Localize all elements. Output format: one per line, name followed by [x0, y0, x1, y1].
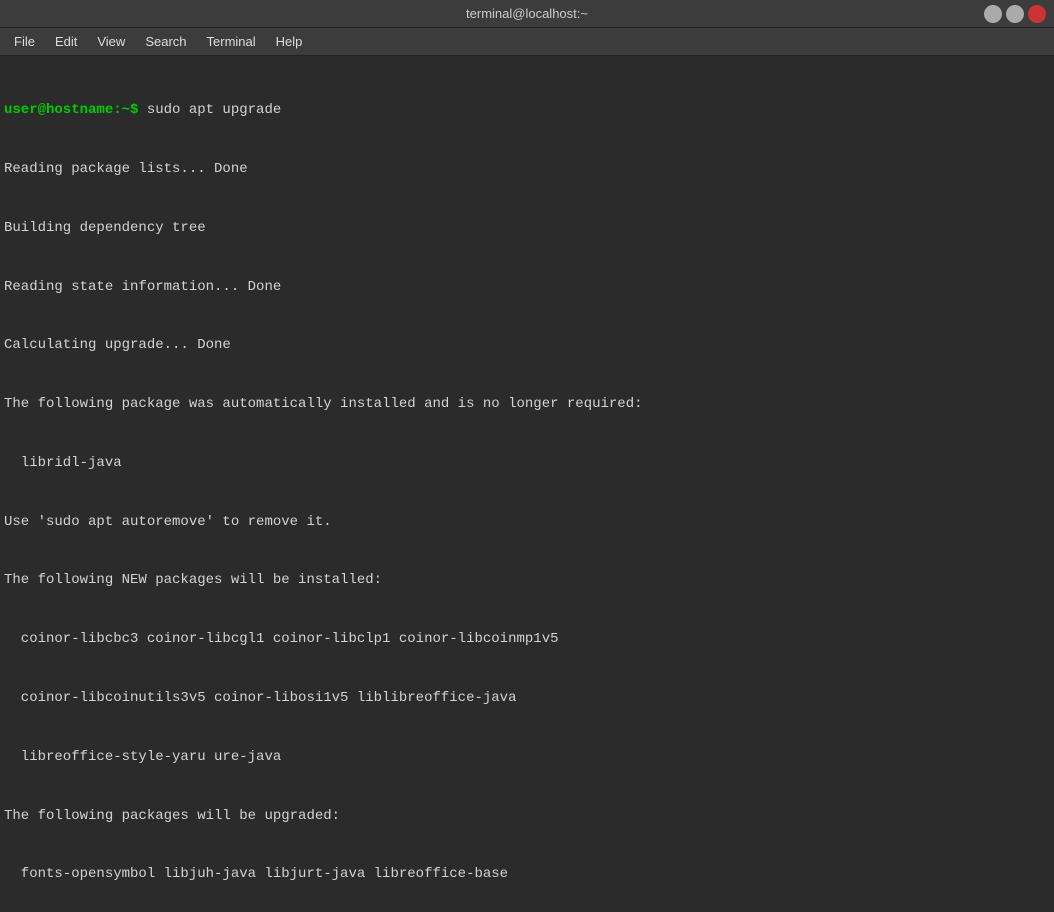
terminal-line-8: The following NEW packages will be insta… [4, 571, 1050, 591]
prompt-line: user@hostname:~$ sudo apt upgrade [4, 101, 1050, 121]
terminal-line-5: The following package was automatically … [4, 395, 1050, 415]
menu-view[interactable]: View [87, 30, 135, 53]
terminal-line-10: coinor-libcoinutils3v5 coinor-libosi1v5 … [4, 689, 1050, 709]
maximize-button[interactable] [1006, 5, 1024, 23]
terminal-line-13: fonts-opensymbol libjuh-java libjurt-jav… [4, 865, 1050, 885]
terminal-line-9: coinor-libcbc3 coinor-libcgl1 coinor-lib… [4, 630, 1050, 650]
minimize-button[interactable] [984, 5, 1002, 23]
menu-edit[interactable]: Edit [45, 30, 87, 53]
menu-terminal[interactable]: Terminal [197, 30, 266, 53]
menu-help[interactable]: Help [266, 30, 313, 53]
prompt-user: user@hostname:~$ [4, 102, 138, 118]
titlebar-controls [984, 5, 1046, 23]
close-button[interactable] [1028, 5, 1046, 23]
terminal-line-1: Reading package lists... Done [4, 160, 1050, 180]
terminal-line-7: Use 'sudo apt autoremove' to remove it. [4, 513, 1050, 533]
menubar: File Edit View Search Terminal Help [0, 28, 1054, 56]
titlebar: terminal@localhost:~ [0, 0, 1054, 28]
terminal-line-2: Building dependency tree [4, 219, 1050, 239]
prompt-command: sudo apt upgrade [138, 102, 281, 118]
terminal-line-12: The following packages will be upgraded: [4, 807, 1050, 827]
terminal-line-6: libridl-java [4, 454, 1050, 474]
terminal-line-4: Calculating upgrade... Done [4, 336, 1050, 356]
menu-search[interactable]: Search [135, 30, 196, 53]
menu-file[interactable]: File [4, 30, 45, 53]
terminal-line-3: Reading state information... Done [4, 278, 1050, 298]
terminal-line-11: libreoffice-style-yaru ure-java [4, 748, 1050, 768]
titlebar-title: terminal@localhost:~ [466, 6, 588, 21]
terminal-area[interactable]: user@hostname:~$ sudo apt upgrade Readin… [0, 56, 1054, 912]
